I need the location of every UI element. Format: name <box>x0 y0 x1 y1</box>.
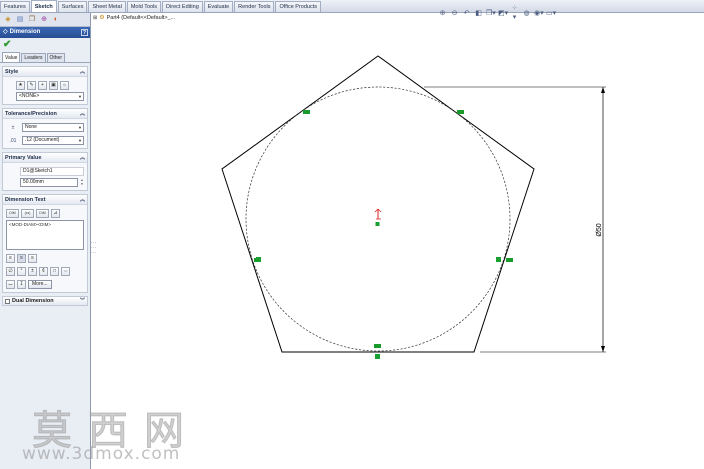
dimension-arrow-bottom <box>601 346 605 352</box>
circle-quadrant-point[interactable] <box>256 257 261 262</box>
dimension-arrow-top <box>601 87 605 93</box>
tangent-relation-icon[interactable] <box>374 344 381 348</box>
diameter-dimension-label[interactable]: Ø50 <box>596 223 603 236</box>
sketch-origin-icon <box>374 208 382 226</box>
circle-quadrant-point[interactable] <box>496 257 501 262</box>
solidworks-window: Features Sketch Surfaces Sheet Metal Mol… <box>0 0 704 469</box>
tangent-relation-icon[interactable] <box>457 110 464 114</box>
pentagon-sketch[interactable] <box>221 55 535 353</box>
watermark-url: www.3dmox.com <box>22 444 181 464</box>
tangent-relation-icon[interactable] <box>303 110 310 114</box>
circle-quadrant-point[interactable] <box>375 354 380 359</box>
tangent-relation-icon[interactable] <box>506 258 513 262</box>
